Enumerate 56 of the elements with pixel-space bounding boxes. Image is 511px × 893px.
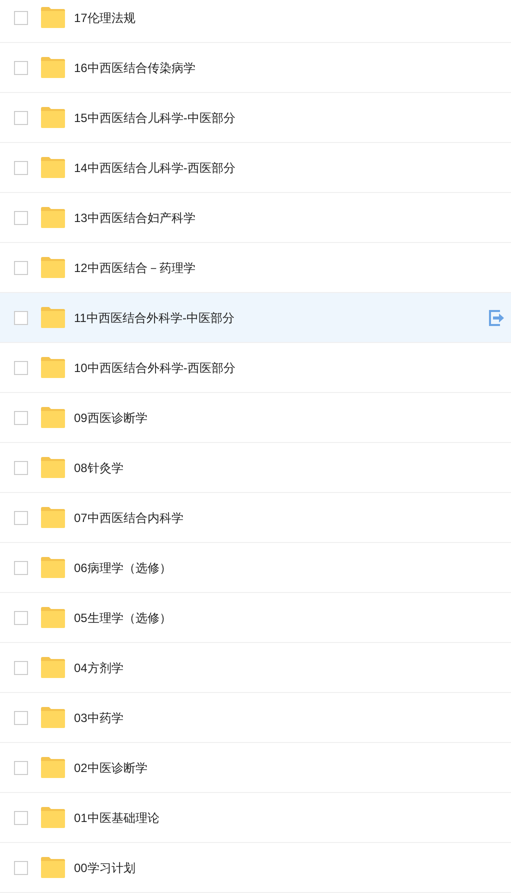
folder-name[interactable]: 13中西医结合妇产科学 bbox=[74, 208, 196, 226]
folder-icon bbox=[41, 257, 65, 278]
folder-icon bbox=[41, 457, 65, 478]
checkbox[interactable] bbox=[14, 760, 28, 774]
folder-name[interactable]: 12中西医结合－药理学 bbox=[74, 258, 196, 276]
folder-row[interactable]: 11中西医结合外科学-中医部分 bbox=[0, 293, 511, 343]
folder-name[interactable]: 05生理学（选修） bbox=[74, 608, 172, 626]
checkbox[interactable] bbox=[14, 410, 28, 424]
folder-icon bbox=[41, 57, 65, 78]
checkbox[interactable] bbox=[14, 260, 28, 274]
folder-name[interactable]: 06病理学（选修） bbox=[74, 558, 172, 576]
folder-name[interactable]: 07中西医结合内科学 bbox=[74, 508, 184, 526]
folder-name[interactable]: 09西医诊断学 bbox=[74, 408, 148, 426]
folder-icon bbox=[41, 407, 65, 428]
checkbox[interactable] bbox=[14, 610, 28, 624]
checkbox[interactable] bbox=[14, 160, 28, 174]
folder-name[interactable]: 10中西医结合外科学-西医部分 bbox=[74, 358, 236, 376]
checkbox[interactable] bbox=[14, 660, 28, 674]
folder-name[interactable]: 08针灸学 bbox=[74, 458, 124, 476]
checkbox[interactable] bbox=[14, 210, 28, 224]
folder-name[interactable]: 01中医基础理论 bbox=[74, 808, 160, 826]
checkbox[interactable] bbox=[14, 510, 28, 524]
folder-name[interactable]: 17伦理法规 bbox=[74, 8, 136, 26]
folder-icon bbox=[41, 607, 65, 628]
folder-icon bbox=[41, 707, 65, 728]
folder-icon bbox=[41, 757, 65, 778]
move-to-icon[interactable] bbox=[489, 310, 505, 326]
folder-name[interactable]: 04方剂学 bbox=[74, 658, 124, 676]
folder-icon bbox=[41, 357, 65, 378]
checkbox[interactable] bbox=[14, 710, 28, 724]
folder-icon bbox=[41, 207, 65, 228]
folder-icon bbox=[41, 857, 65, 878]
folder-icon bbox=[41, 507, 65, 528]
checkbox[interactable] bbox=[14, 560, 28, 574]
checkbox[interactable] bbox=[14, 860, 28, 874]
checkbox[interactable] bbox=[14, 10, 28, 24]
checkbox[interactable] bbox=[14, 810, 28, 824]
folder-icon bbox=[41, 157, 65, 178]
folder-name[interactable]: 14中西医结合儿科学-西医部分 bbox=[74, 158, 236, 176]
folder-icon bbox=[41, 307, 65, 328]
folder-icon bbox=[41, 107, 65, 128]
folder-icon bbox=[41, 7, 65, 28]
folder-icon bbox=[41, 557, 65, 578]
checkbox[interactable] bbox=[14, 360, 28, 374]
folder-name[interactable]: 03中药学 bbox=[74, 708, 124, 726]
checkbox[interactable] bbox=[14, 310, 28, 324]
folder-name[interactable]: 00学习计划 bbox=[74, 858, 136, 876]
folder-icon bbox=[41, 657, 65, 678]
folder-name[interactable]: 02中医诊断学 bbox=[74, 758, 148, 776]
checkbox[interactable] bbox=[14, 110, 28, 124]
checkbox[interactable] bbox=[14, 60, 28, 74]
folder-name[interactable]: 15中西医结合儿科学-中医部分 bbox=[74, 108, 236, 126]
checkbox[interactable] bbox=[14, 460, 28, 474]
folder-name[interactable]: 11中西医结合外科学-中医部分 bbox=[74, 308, 234, 326]
folder-name[interactable]: 16中西医结合传染病学 bbox=[74, 58, 196, 76]
folder-icon bbox=[41, 807, 65, 828]
